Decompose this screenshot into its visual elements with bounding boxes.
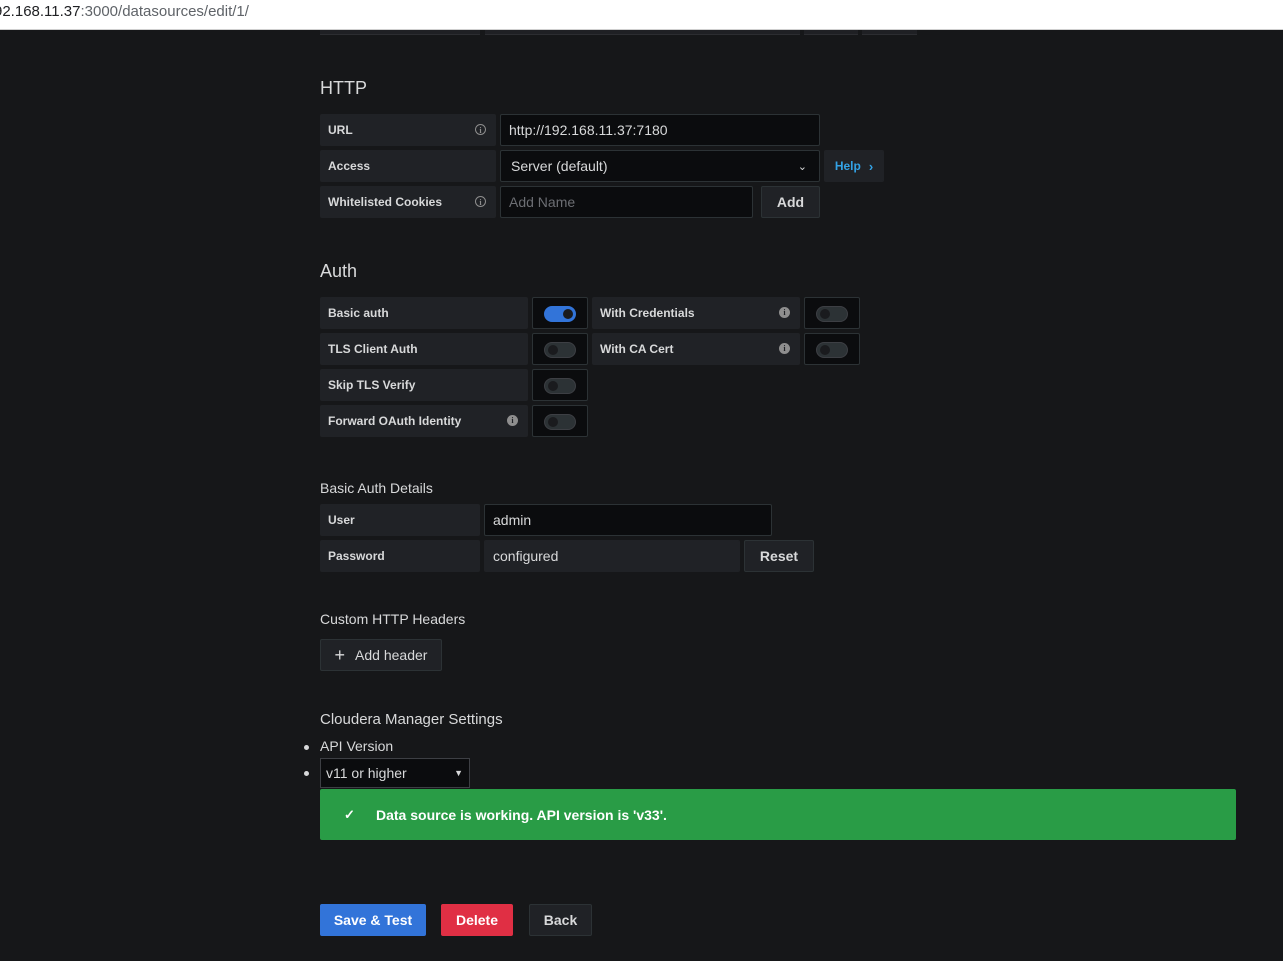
url-value: http://192.168.11.37:7180 xyxy=(509,122,668,138)
toggle-knob xyxy=(820,309,830,319)
forward-oauth-toggle[interactable] xyxy=(532,405,588,437)
access-value: Server (default) xyxy=(511,158,608,174)
access-select[interactable]: Server (default) ⌄ xyxy=(500,150,820,182)
chevron-right-icon: › xyxy=(868,158,874,174)
http-section-title: HTTP xyxy=(320,78,367,98)
password-label: Password xyxy=(320,540,480,572)
forward-oauth-label: Forward OAuth Identity i xyxy=(320,405,528,437)
with-ca-cert-label: With CA Cert i xyxy=(592,333,800,365)
password-label-text: Password xyxy=(328,549,385,563)
chevron-down-icon: ⌄ xyxy=(797,161,807,173)
password-field: configured xyxy=(484,540,740,572)
with-ca-cert-toggle[interactable] xyxy=(804,333,860,365)
bullet xyxy=(304,771,309,776)
dropdown-arrow-icon: ▼ xyxy=(454,768,463,778)
url-label: URL i xyxy=(320,114,496,146)
toggle-knob xyxy=(548,345,558,355)
tls-client-auth-label: TLS Client Auth xyxy=(320,333,528,365)
with-credentials-label: With Credentials i xyxy=(592,297,800,329)
skip-tls-verify-label: Skip TLS Verify xyxy=(320,369,528,401)
toggle-knob xyxy=(820,345,830,355)
toggle-knob xyxy=(548,417,558,427)
back-button[interactable]: Back xyxy=(529,904,592,936)
user-value: admin xyxy=(493,512,532,528)
url-host: 92.168.11.37 xyxy=(0,3,81,20)
scrolled-field-remnant xyxy=(320,30,480,35)
custom-headers-title: Custom HTTP Headers xyxy=(320,611,466,627)
reset-label: Reset xyxy=(759,548,799,564)
scrolled-field-remnant xyxy=(862,30,917,35)
user-label-text: User xyxy=(328,513,355,527)
alert-message: Data source is working. API version is '… xyxy=(376,806,667,823)
whitelisted-cookies-label: Whitelisted Cookies i xyxy=(320,186,496,218)
bullet xyxy=(304,745,309,750)
add-header-button[interactable]: + Add header xyxy=(320,639,442,671)
add-label: Add xyxy=(776,194,805,210)
info-icon[interactable]: i xyxy=(475,196,486,207)
help-button[interactable]: Help › xyxy=(824,150,884,182)
add-header-label: Add header xyxy=(355,647,428,663)
browser-address-bar[interactable]: 92.168.11.37:3000/datasources/edit/1/ xyxy=(0,0,1283,30)
toggle-switch[interactable] xyxy=(816,342,848,358)
with-ca-cert-text: With CA Cert xyxy=(600,342,674,356)
access-label: Access xyxy=(320,150,496,182)
checkmark-icon: ✓ xyxy=(344,806,355,822)
api-version-value: v11 or higher xyxy=(326,765,407,781)
basic-auth-details-title: Basic Auth Details xyxy=(320,480,433,496)
save-test-label: Save & Test xyxy=(333,912,413,928)
info-icon[interactable]: i xyxy=(779,343,790,354)
toggle-switch[interactable] xyxy=(544,378,576,394)
delete-button[interactable]: Delete xyxy=(441,904,513,936)
success-alert: ✓ Data source is working. API version is… xyxy=(320,789,1236,840)
url-label-text: URL xyxy=(328,123,353,137)
info-icon[interactable]: i xyxy=(475,124,486,135)
reset-password-button[interactable]: Reset xyxy=(744,540,814,572)
toggle-switch[interactable] xyxy=(544,342,576,358)
access-label-text: Access xyxy=(328,159,371,173)
scrolled-field-remnant xyxy=(485,30,800,35)
toggle-switch[interactable] xyxy=(816,306,848,322)
url-path: :3000/datasources/edit/1/ xyxy=(80,3,249,20)
url-input[interactable]: http://192.168.11.37:7180 xyxy=(500,114,820,146)
toggle-knob xyxy=(563,309,573,319)
toggle-switch[interactable] xyxy=(544,414,576,430)
info-icon[interactable]: i xyxy=(779,307,790,318)
forward-oauth-text: Forward OAuth Identity xyxy=(328,414,462,428)
auth-section-title: Auth xyxy=(320,261,358,281)
save-test-button[interactable]: Save & Test xyxy=(320,904,426,936)
address-text[interactable]: 92.168.11.37:3000/datasources/edit/1/ xyxy=(0,3,249,20)
cloudera-settings-title: Cloudera Manager Settings xyxy=(320,711,503,728)
tls-client-auth-text: TLS Client Auth xyxy=(328,342,418,356)
api-version-select[interactable]: v11 or higher ▼ xyxy=(320,758,470,788)
cookie-placeholder: Add Name xyxy=(509,194,576,210)
plus-icon: + xyxy=(334,644,346,665)
add-cookie-button[interactable]: Add xyxy=(761,186,820,218)
cookies-label-text: Whitelisted Cookies xyxy=(328,195,443,209)
delete-label: Delete xyxy=(455,912,499,928)
tls-client-auth-toggle[interactable] xyxy=(532,333,588,365)
skip-tls-verify-text: Skip TLS Verify xyxy=(328,378,416,392)
basic-auth-label: Basic auth xyxy=(320,297,528,329)
with-credentials-toggle[interactable] xyxy=(804,297,860,329)
user-label: User xyxy=(320,504,480,536)
user-input[interactable]: admin xyxy=(484,504,772,536)
password-value: configured xyxy=(493,548,559,564)
help-label: Help xyxy=(834,159,861,173)
toggle-knob xyxy=(548,381,558,391)
basic-auth-text: Basic auth xyxy=(328,306,389,320)
skip-tls-verify-toggle[interactable] xyxy=(532,369,588,401)
api-version-label: API Version xyxy=(320,738,394,754)
basic-auth-toggle[interactable] xyxy=(532,297,588,329)
back-label: Back xyxy=(543,912,578,928)
info-icon[interactable]: i xyxy=(507,415,518,426)
toggle-switch[interactable] xyxy=(544,306,576,322)
with-credentials-text: With Credentials xyxy=(600,306,695,320)
scrolled-field-remnant xyxy=(804,30,858,35)
cookie-name-input[interactable]: Add Name xyxy=(500,186,753,218)
